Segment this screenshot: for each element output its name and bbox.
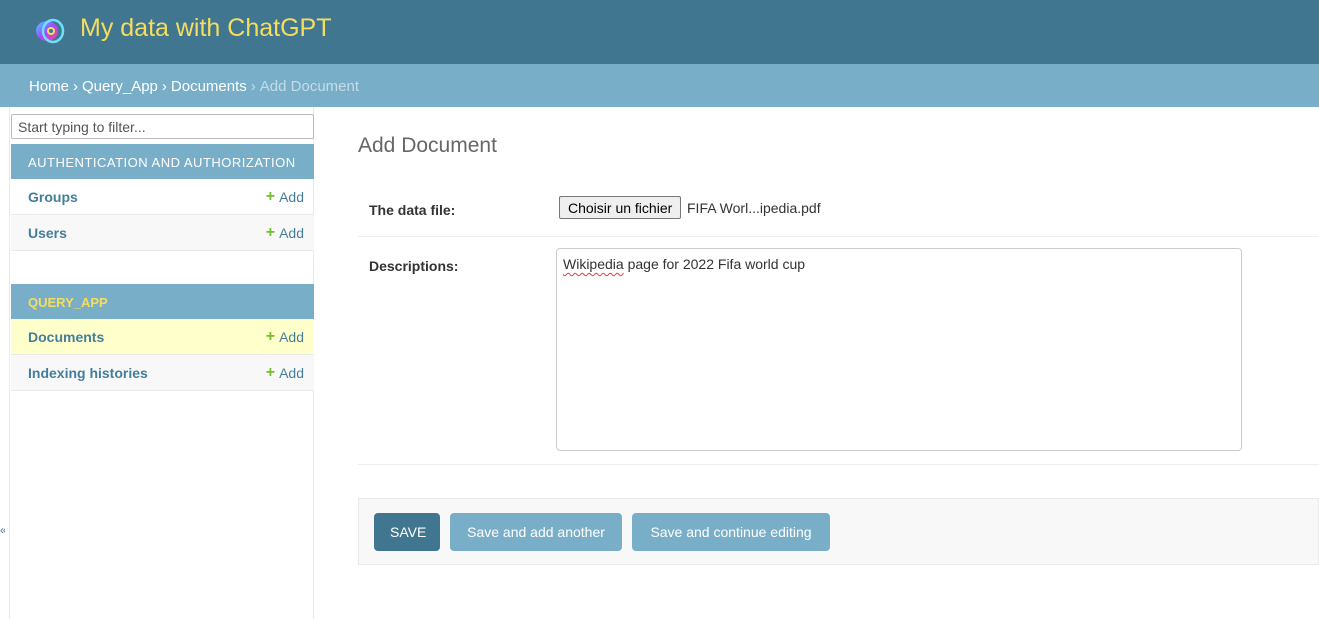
sidebar-item-indexing-histories-link[interactable]: Indexing histories <box>28 365 148 381</box>
add-documents-link[interactable]: + Add <box>265 327 304 345</box>
save-and-continue-button[interactable]: Save and continue editing <box>632 513 830 551</box>
submit-row: SAVE Save and add another Save and conti… <box>358 498 1319 565</box>
site-title[interactable]: My data with ChatGPT <box>80 14 331 43</box>
chatgpt-logo-icon[interactable] <box>33 16 67 46</box>
toggle-nav-sidebar-button[interactable]: « <box>0 523 5 537</box>
selected-file-name: FIFA Worl...ipedia.pdf <box>687 200 821 216</box>
breadcrumb: Home › Query_App › Documents › Add Document <box>0 64 1319 107</box>
sidebar-item-users: Users + Add <box>11 215 314 251</box>
header: My data with ChatGPT <box>0 0 1319 64</box>
breadcrumb-separator: › <box>161 78 167 95</box>
sidebar-item-users-link[interactable]: Users <box>28 225 67 241</box>
sidebar-item-documents-link[interactable]: Documents <box>28 329 104 345</box>
breadcrumb-separator: › <box>250 78 256 95</box>
spellcheck-word: Wikipedia <box>563 256 624 272</box>
module-caption-query-app[interactable]: QUERY_APP <box>11 284 314 319</box>
descriptions-textarea[interactable]: Wikipedia page for 2022 Fifa world cup <box>556 248 1242 451</box>
choose-file-button[interactable]: Choisir un fichier <box>559 196 682 219</box>
page-title: Add Document <box>358 134 497 157</box>
sidebar-item-indexing-histories: Indexing histories + Add <box>11 355 314 391</box>
form-row-data-file: The data file: <box>358 176 1319 237</box>
breadcrumb-query-app[interactable]: Query_App <box>82 78 158 95</box>
descriptions-label: Descriptions: <box>369 258 459 274</box>
sidebar-item-groups-link[interactable]: Groups <box>28 189 78 205</box>
breadcrumb-home[interactable]: Home <box>29 78 69 95</box>
add-label: Add <box>279 364 304 381</box>
data-file-label: The data file: <box>369 202 456 218</box>
add-label: Add <box>279 188 304 205</box>
plus-icon: + <box>265 187 276 205</box>
add-groups-link[interactable]: + Add <box>265 187 304 205</box>
nav-filter-input[interactable] <box>11 114 314 139</box>
add-label: Add <box>279 224 304 241</box>
add-label: Add <box>279 328 304 345</box>
add-users-link[interactable]: + Add <box>265 223 304 241</box>
plus-icon: + <box>265 363 276 381</box>
sidebar-item-documents: Documents + Add <box>11 319 314 355</box>
plus-icon: + <box>265 223 276 241</box>
sidebar: AUTHENTICATION AND AUTHORIZATION Groups … <box>9 107 314 619</box>
plus-icon: + <box>265 327 276 345</box>
save-button[interactable]: SAVE <box>374 513 440 551</box>
module-caption-auth[interactable]: AUTHENTICATION AND AUTHORIZATION <box>11 144 314 179</box>
descriptions-text: page for 2022 Fifa world cup <box>623 256 806 272</box>
sidebar-item-groups: Groups + Add <box>11 179 314 215</box>
add-indexing-histories-link[interactable]: + Add <box>265 363 304 381</box>
save-and-add-another-button[interactable]: Save and add another <box>450 513 622 551</box>
breadcrumb-documents[interactable]: Documents <box>171 78 247 95</box>
breadcrumb-separator: › <box>73 78 79 95</box>
breadcrumb-current: Add Document <box>259 78 360 95</box>
